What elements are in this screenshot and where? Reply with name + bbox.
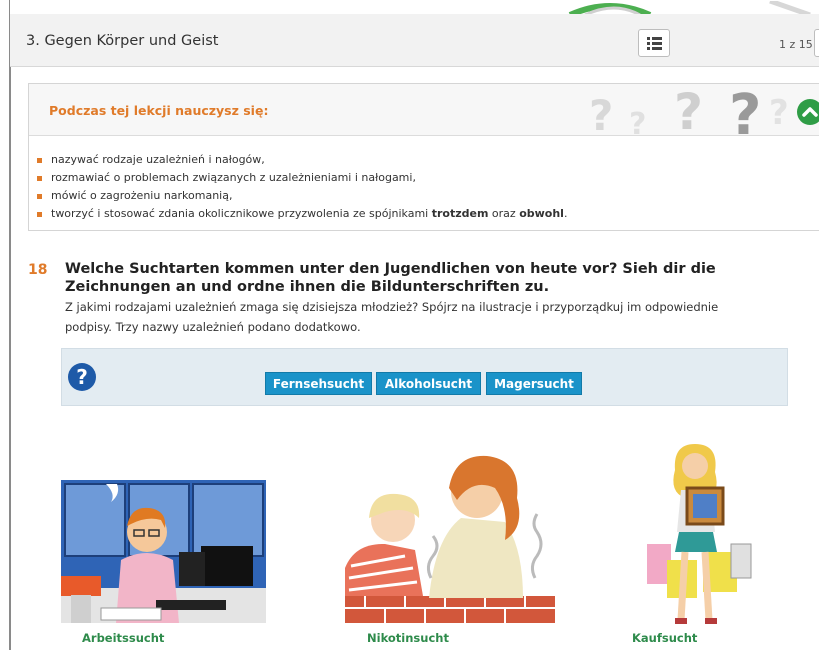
image-caption-nikotinsucht: Nikotinsucht xyxy=(367,631,449,645)
exercise-number: 18 xyxy=(28,262,48,278)
chevron-up-icon xyxy=(802,107,818,117)
svg-text:?: ? xyxy=(674,84,703,135)
goal-text: . xyxy=(563,207,568,220)
svg-text:?: ? xyxy=(629,107,646,135)
table-of-contents-button[interactable] xyxy=(638,29,670,57)
smoking-teenagers-illustration xyxy=(345,455,555,623)
page-counter: 1 z 15 xyxy=(779,38,813,51)
lesson-goals-header: ? ? ? ? ? Podczas tej lekcji nauczysz si… xyxy=(29,84,819,136)
next-page-button[interactable] xyxy=(814,29,819,57)
list-icon xyxy=(647,37,662,50)
answer-tile-alkoholsucht[interactable]: Alkoholsucht xyxy=(376,372,481,395)
lesson-goals-title: Podczas tej lekcji nauczysz się: xyxy=(49,103,269,118)
svg-text:?: ? xyxy=(589,91,613,135)
svg-text:?: ? xyxy=(769,93,789,133)
goal-item: nazywać rodzaje uzależnień i nałogów, xyxy=(37,151,567,169)
goal-text: oraz xyxy=(488,207,520,220)
goal-text: tworzyć i stosować zdania okolicznikowe … xyxy=(51,207,432,220)
collapse-button[interactable] xyxy=(797,99,819,125)
lesson-header: 3. Gegen Körper und Geist 1 z 15 xyxy=(10,14,819,67)
office-worker-illustration xyxy=(61,480,266,623)
goal-item: tworzyć i stosować zdania okolicznikowe … xyxy=(37,205,567,223)
chapter-title: 3. Gegen Körper und Geist xyxy=(26,33,219,49)
image-caption-kaufsucht: Kaufsucht xyxy=(632,631,698,645)
goal-item: mówić o zagrożeniu narkomanią, xyxy=(37,187,567,205)
help-icon[interactable]: ? xyxy=(68,363,96,391)
goal-item: rozmawiać o problemach związanych z uzal… xyxy=(37,169,567,187)
left-border xyxy=(0,0,11,650)
lesson-goals-list: nazywać rodzaje uzależnień i nałogów, ro… xyxy=(37,151,567,223)
goal-keyword: obwohl xyxy=(519,207,564,220)
top-decoration xyxy=(10,0,819,15)
svg-text:?: ? xyxy=(729,84,761,135)
image-caption-arbeitssucht: Arbeitssucht xyxy=(82,631,165,645)
shopping-girl-illustration xyxy=(647,444,752,624)
lesson-goals-box: ? ? ? ? ? Podczas tej lekcji nauczysz si… xyxy=(28,83,819,231)
exercise-instruction: Z jakimi rodzajami uzależnień zmaga się … xyxy=(65,300,719,334)
exercise-title: Welche Suchtarten kommen unter den Jugen… xyxy=(65,261,716,295)
answer-tile-fernsehsucht[interactable]: Fernsehsucht xyxy=(265,372,372,395)
answer-tile-magersucht[interactable]: Magersucht xyxy=(486,372,582,395)
answer-tiles-bar: ? Fernsehsucht Alkoholsucht Magersucht xyxy=(61,348,788,406)
goal-keyword: trotzdem xyxy=(431,207,489,220)
